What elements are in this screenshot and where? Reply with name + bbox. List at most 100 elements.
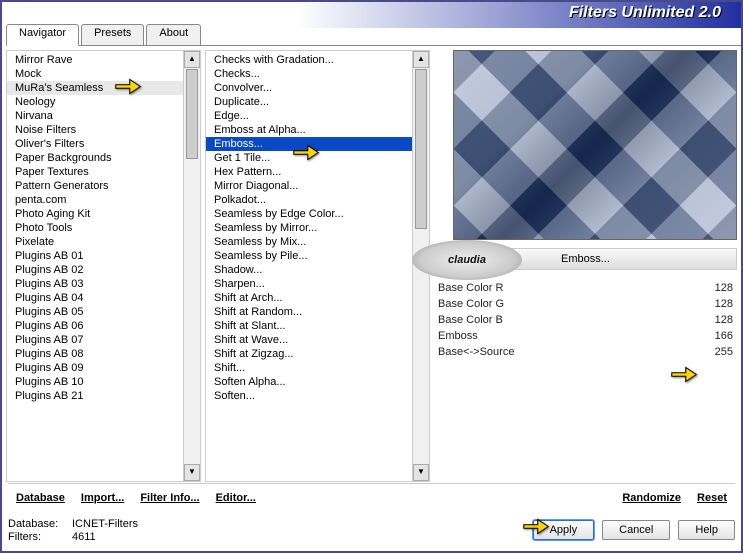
- scroll-thumb[interactable]: [186, 69, 198, 159]
- scroll-down-icon[interactable]: ▼: [413, 464, 429, 481]
- filter-item[interactable]: Emboss at Alpha...: [206, 123, 412, 137]
- param-label: Base Color G: [438, 298, 693, 310]
- filter-item[interactable]: Shift...: [206, 361, 412, 375]
- category-item[interactable]: Plugins AB 03: [7, 277, 183, 291]
- scroll-thumb[interactable]: [415, 69, 427, 229]
- database-link[interactable]: Database: [16, 492, 65, 504]
- app-title: Filters Unlimited 2.0: [569, 4, 721, 22]
- pointer-icon: [292, 142, 320, 164]
- category-item[interactable]: MuRa's Seamless: [7, 81, 183, 95]
- filter-item[interactable]: Checks...: [206, 67, 412, 81]
- category-item[interactable]: Pattern Generators: [7, 179, 183, 193]
- category-item[interactable]: Plugins AB 02: [7, 263, 183, 277]
- category-item[interactable]: Paper Textures: [7, 165, 183, 179]
- scroll-down-icon[interactable]: ▼: [184, 464, 200, 481]
- category-item[interactable]: Plugins AB 10: [7, 375, 183, 389]
- category-item[interactable]: Plugins AB 21: [7, 389, 183, 403]
- status-area: Database: ICNET-Filters Filters: 4611: [8, 518, 138, 543]
- pointer-icon: [670, 364, 698, 386]
- toolbar: Database Import... Filter Info... Editor…: [8, 483, 735, 511]
- filter-item[interactable]: Seamless by Pile...: [206, 249, 412, 263]
- editor-link[interactable]: Editor...: [216, 492, 256, 504]
- param-label: Base<->Source: [438, 346, 693, 358]
- filter-item[interactable]: Sharpen...: [206, 277, 412, 291]
- category-item[interactable]: penta.com: [7, 193, 183, 207]
- scroll-up-icon[interactable]: ▲: [413, 51, 429, 68]
- param-label: Base Color B: [438, 314, 693, 326]
- reset-link[interactable]: Reset: [697, 492, 727, 504]
- category-item[interactable]: Mirror Rave: [7, 53, 183, 67]
- status-db-value: ICNET-Filters: [72, 518, 138, 530]
- filter-item[interactable]: Soften...: [206, 389, 412, 403]
- param-value: 128: [693, 298, 733, 310]
- filter-item[interactable]: Duplicate...: [206, 95, 412, 109]
- param-label: Base Color R: [438, 282, 693, 294]
- filter-item[interactable]: Edge...: [206, 109, 412, 123]
- param-row[interactable]: Base Color G128: [434, 296, 737, 312]
- tab-presets[interactable]: Presets: [81, 24, 144, 45]
- footer: Database: ICNET-Filters Filters: 4611 Ap…: [8, 513, 735, 547]
- scroll-up-icon[interactable]: ▲: [184, 51, 200, 68]
- filter-item[interactable]: Shadow...: [206, 263, 412, 277]
- filter-item[interactable]: Checks with Gradation...: [206, 53, 412, 67]
- category-item[interactable]: Paper Backgrounds: [7, 151, 183, 165]
- tabs-bar: Navigator Presets About: [6, 24, 741, 46]
- category-item[interactable]: Noise Filters: [7, 123, 183, 137]
- filter-item[interactable]: Mirror Diagonal...: [206, 179, 412, 193]
- param-row[interactable]: Base Color B128: [434, 312, 737, 328]
- category-item[interactable]: Nirvana: [7, 109, 183, 123]
- filter-item[interactable]: Polkadot...: [206, 193, 412, 207]
- filter-item[interactable]: Shift at Random...: [206, 305, 412, 319]
- tab-about[interactable]: About: [146, 24, 201, 45]
- randomize-link[interactable]: Randomize: [622, 492, 681, 504]
- filter-item[interactable]: Shift at Wave...: [206, 333, 412, 347]
- main-area: Mirror RaveMockMuRa's SeamlessNeologyNir…: [2, 46, 741, 486]
- filter-item[interactable]: Hex Pattern...: [206, 165, 412, 179]
- filter-info-link[interactable]: Filter Info...: [140, 492, 199, 504]
- category-item[interactable]: Photo Aging Kit: [7, 207, 183, 221]
- parameters-list: Base Color R128Base Color G128Base Color…: [434, 280, 737, 360]
- cancel-button[interactable]: Cancel: [602, 520, 670, 540]
- param-label: Emboss: [438, 330, 693, 342]
- param-row[interactable]: Base Color R128: [434, 280, 737, 296]
- param-value: 255: [693, 346, 733, 358]
- param-row[interactable]: Base<->Source255: [434, 344, 737, 360]
- category-item[interactable]: Pixelate: [7, 235, 183, 249]
- category-item[interactable]: Photo Tools: [7, 221, 183, 235]
- filter-item[interactable]: Seamless by Edge Color...: [206, 207, 412, 221]
- status-filters-label: Filters:: [8, 531, 64, 543]
- category-item[interactable]: Oliver's Filters: [7, 137, 183, 151]
- filter-item[interactable]: Seamless by Mix...: [206, 235, 412, 249]
- category-item[interactable]: Plugins AB 09: [7, 361, 183, 375]
- filter-list[interactable]: Checks with Gradation...Checks...Convolv…: [205, 50, 430, 482]
- filter-item[interactable]: Shift at Zigzag...: [206, 347, 412, 361]
- category-item[interactable]: Mock: [7, 67, 183, 81]
- category-item[interactable]: Plugins AB 04: [7, 291, 183, 305]
- category-item[interactable]: Plugins AB 01: [7, 249, 183, 263]
- filter-item[interactable]: Soften Alpha...: [206, 375, 412, 389]
- category-item[interactable]: Plugins AB 08: [7, 347, 183, 361]
- param-value: 128: [693, 282, 733, 294]
- preview-image: [453, 50, 737, 240]
- category-item[interactable]: Plugins AB 06: [7, 319, 183, 333]
- import-link[interactable]: Import...: [81, 492, 124, 504]
- category-scrollbar[interactable]: ▲ ▼: [183, 51, 200, 481]
- status-db-label: Database:: [8, 518, 64, 530]
- category-list[interactable]: Mirror RaveMockMuRa's SeamlessNeologyNir…: [6, 50, 201, 482]
- filter-item[interactable]: Convolver...: [206, 81, 412, 95]
- tab-navigator[interactable]: Navigator: [6, 24, 79, 46]
- param-row[interactable]: Emboss166: [434, 328, 737, 344]
- filter-item[interactable]: Shift at Arch...: [206, 291, 412, 305]
- category-item[interactable]: Neology: [7, 95, 183, 109]
- help-button[interactable]: Help: [678, 520, 735, 540]
- param-value: 166: [693, 330, 733, 342]
- pointer-icon: [114, 76, 142, 98]
- filter-item[interactable]: Shift at Slant...: [206, 319, 412, 333]
- param-value: 128: [693, 314, 733, 326]
- category-item[interactable]: Plugins AB 05: [7, 305, 183, 319]
- status-filters-value: 4611: [72, 531, 96, 543]
- category-item[interactable]: Plugins AB 07: [7, 333, 183, 347]
- watermark-logo: claudia: [412, 240, 522, 280]
- filter-item[interactable]: Seamless by Mirror...: [206, 221, 412, 235]
- pointer-icon: [522, 516, 550, 538]
